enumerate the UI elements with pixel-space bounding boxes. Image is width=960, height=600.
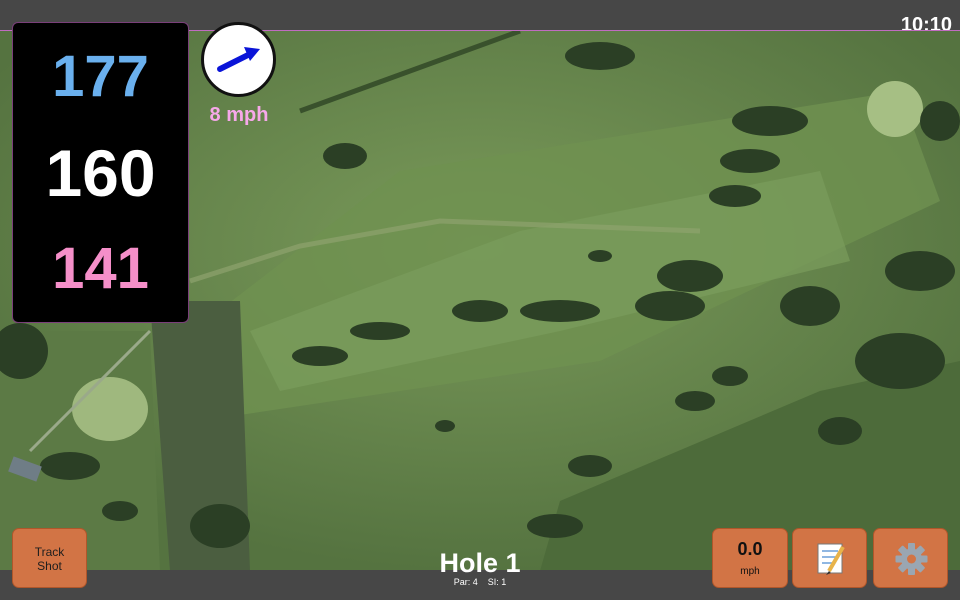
- track-shot-label-line2: Shot: [37, 559, 62, 573]
- wind-dial: [201, 22, 276, 97]
- speed-value: 0.0: [737, 539, 763, 559]
- wind-speed: 8 mph: [209, 104, 269, 126]
- scorecard-notes-button[interactable]: [792, 528, 867, 588]
- notepad-icon: [817, 543, 845, 575]
- si-value: 1: [501, 577, 507, 587]
- front-distance: 141: [52, 236, 149, 301]
- distance-panel: 177 160 141: [12, 22, 189, 323]
- speed-unit: mph: [740, 566, 760, 577]
- par-value: 4: [472, 577, 478, 587]
- back-distance: 177: [52, 44, 149, 109]
- si-label: SI:: [487, 577, 499, 587]
- gear-icon: [895, 543, 928, 575]
- track-shot-button[interactable]: Track Shot: [12, 528, 87, 588]
- track-shot-label-line1: Track: [34, 545, 65, 559]
- hole-info: Par: 4 SI: 1: [380, 577, 580, 587]
- middle-distance: 160: [45, 136, 156, 210]
- settings-button[interactable]: [873, 528, 948, 588]
- hole-title: Hole 1: [439, 548, 521, 578]
- par-label: Par:: [453, 577, 471, 587]
- wind-arrow-icon: [217, 47, 260, 72]
- swing-speed-button[interactable]: 0.0 mph: [712, 528, 788, 588]
